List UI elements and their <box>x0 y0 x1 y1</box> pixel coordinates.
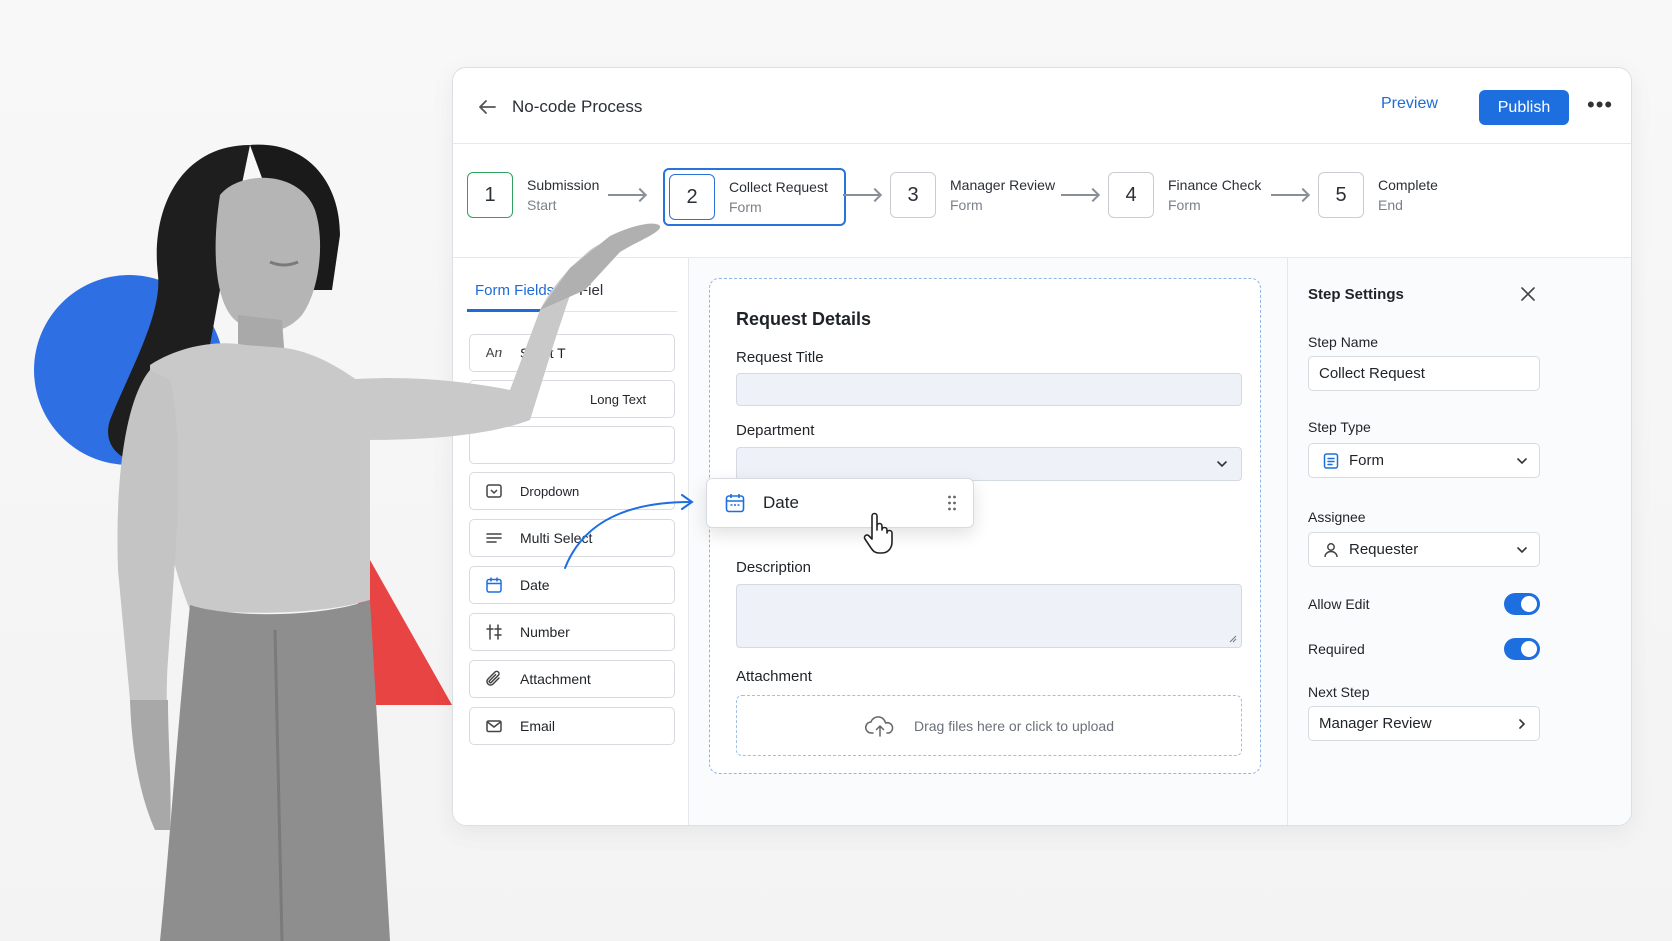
step-type-select[interactable]: Form <box>1308 443 1540 478</box>
step-arrow <box>843 194 879 196</box>
resize-handle-icon[interactable] <box>1229 635 1237 643</box>
allow-edit-toggle[interactable] <box>1504 593 1540 615</box>
drag-handle-icon[interactable] <box>947 494 957 512</box>
department-select[interactable] <box>736 447 1242 481</box>
request-title-input[interactable] <box>736 373 1242 406</box>
required-toggle[interactable] <box>1504 638 1540 660</box>
step-title: Manager Review <box>950 177 1056 193</box>
calendar-icon <box>725 494 745 513</box>
chevron-down-icon <box>1517 458 1527 465</box>
step-title: Collect Request <box>729 179 828 195</box>
step-name-label: Step Name <box>1308 334 1379 350</box>
step-complete[interactable]: 5 Complete End <box>1318 172 1438 218</box>
step-name-value: Collect Request <box>1319 365 1425 382</box>
upload-dropzone[interactable]: Drag files here or click to upload <box>736 695 1242 756</box>
settings-title: Step Settings <box>1308 286 1404 303</box>
step-number: 5 <box>1318 172 1364 218</box>
back-arrow-icon[interactable] <box>475 95 499 119</box>
step-arrow <box>1061 194 1097 196</box>
top-bar: No-code Process Preview Publish ••• <box>453 68 1631 144</box>
department-label: Department <box>736 422 815 439</box>
step-name-input[interactable]: Collect Request <box>1308 356 1540 391</box>
step-arrow <box>1271 194 1307 196</box>
publish-button[interactable]: Publish <box>1479 90 1569 125</box>
preview-button[interactable]: Preview <box>1381 95 1438 113</box>
step-subtitle: Form <box>729 199 762 215</box>
drag-card-label: Date <box>763 493 799 512</box>
step-settings-panel: Step Settings Step Name Collect Request … <box>1287 258 1631 825</box>
description-label: Description <box>736 559 812 576</box>
step-manager-review[interactable]: 3 Manager Review Form <box>890 172 1055 218</box>
next-step-label: Next Step <box>1308 684 1370 700</box>
hand-cursor-icon <box>863 512 893 554</box>
upload-text: Drag files here or click to upload <box>914 717 1114 734</box>
assignee-select[interactable]: Requester <box>1308 532 1540 567</box>
step-finance-check[interactable]: 4 Finance Check Form <box>1108 172 1261 218</box>
step-title: Complete <box>1378 177 1438 193</box>
request-title-label: Request Title <box>736 349 824 366</box>
next-step-select[interactable]: Manager Review <box>1308 706 1540 741</box>
chevron-down-icon <box>1517 547 1527 554</box>
step-type-value: Form <box>1349 452 1384 469</box>
step-subtitle: End <box>1378 197 1403 213</box>
form-canvas: Request Details Request Title Department… <box>689 258 1287 825</box>
more-options-icon[interactable]: ••• <box>1587 94 1613 119</box>
step-type-label: Step Type <box>1308 419 1371 435</box>
step-number: 4 <box>1108 172 1154 218</box>
next-step-value: Manager Review <box>1319 715 1432 732</box>
step-number: 3 <box>890 172 936 218</box>
chevron-down-icon <box>1217 461 1227 468</box>
cloud-upload-icon <box>865 715 894 737</box>
assignee-label: Assignee <box>1308 509 1366 525</box>
description-textarea[interactable] <box>736 584 1242 648</box>
presenter-person-image <box>108 144 661 941</box>
page-title: No-code Process <box>512 97 643 116</box>
step-title: Finance Check <box>1168 177 1262 193</box>
required-label: Required <box>1308 641 1365 657</box>
assignee-value: Requester <box>1349 541 1419 558</box>
dragged-date-field[interactable]: Date <box>706 478 974 528</box>
close-icon[interactable] <box>1518 284 1538 304</box>
step-subtitle: Form <box>950 197 983 213</box>
stage: No-code Process Preview Publish ••• 1 Su… <box>0 0 1672 941</box>
user-icon <box>1324 542 1338 557</box>
form-section-title: Request Details <box>736 309 872 329</box>
allow-edit-label: Allow Edit <box>1308 596 1370 612</box>
chevron-right-icon <box>1519 719 1526 729</box>
form-document-icon <box>1323 452 1339 469</box>
step-subtitle: Form <box>1168 197 1201 213</box>
attachment-label: Attachment <box>736 668 812 685</box>
